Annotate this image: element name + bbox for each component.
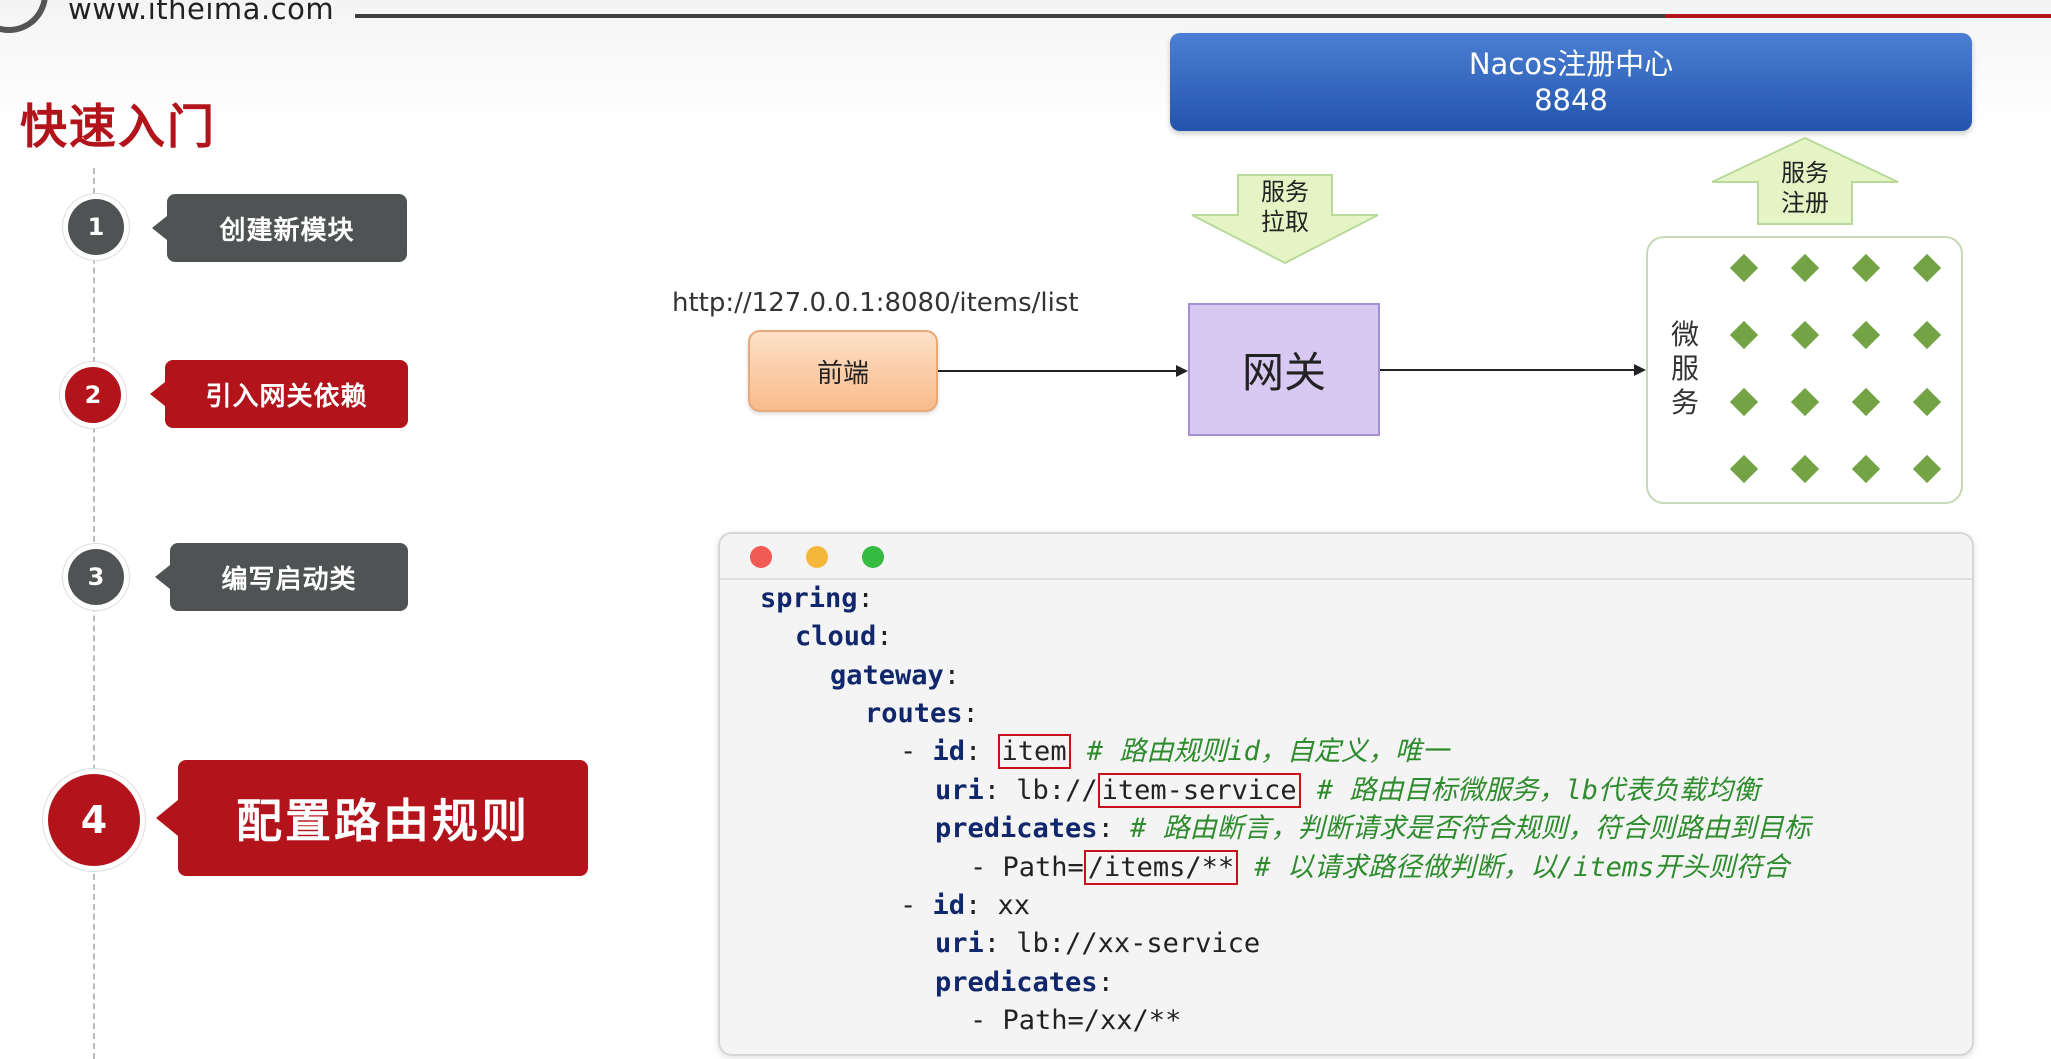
nacos-port: 8848: [1534, 83, 1608, 117]
code-line: - Path=/items/** # 以请求路径做判断，以/items开头则符合: [970, 850, 1790, 885]
code-window-titlebar: [720, 534, 1972, 580]
code-line: - Path=/xx/**: [970, 1005, 1182, 1036]
service-register-label: 服务 注册: [1755, 158, 1855, 218]
request-url: http://127.0.0.1:8080/items/list: [672, 288, 1079, 318]
step-2-label: 引入网关依赖: [150, 360, 408, 428]
route-uri-highlight: item-service: [1097, 773, 1301, 808]
frontend-node: 前端: [748, 330, 938, 412]
service-pull-label: 服务 拉取: [1235, 177, 1335, 237]
microservices-char-1: 微: [1670, 318, 1699, 351]
code-line: predicates:: [935, 967, 1114, 998]
step-1-label: 创建新模块: [152, 194, 407, 262]
step-3-number: 3: [68, 549, 124, 605]
route-path-highlight: /items/**: [1083, 850, 1239, 885]
code-window: spring: cloud: gateway: routes: - id: it…: [718, 532, 1974, 1056]
gateway-to-services-arrow: [1380, 364, 1646, 376]
nacos-title: Nacos注册中心: [1468, 47, 1674, 81]
code-line: - id: item # 路由规则id，自定义，唯一: [900, 734, 1449, 769]
code-line: uri: lb://item-service # 路由目标微服务，lb代表负载均…: [935, 773, 1760, 808]
code-line: - id: xx: [900, 890, 1031, 921]
code-line: predicates: # 路由断言，判断请求是否符合规则，符合则路由到目标: [935, 813, 1811, 844]
microservices-char-2: 服: [1670, 352, 1699, 385]
code-line: cloud:: [795, 621, 893, 652]
route-id-highlight: item: [997, 734, 1071, 769]
close-dot-icon: [750, 546, 772, 568]
page-title: 快速入门: [20, 100, 216, 155]
step-2-number: 2: [65, 367, 121, 423]
microservices-char-3: 务: [1670, 386, 1699, 419]
pull-line-2: 拉取: [1261, 208, 1309, 236]
step-4-number: 4: [48, 774, 140, 866]
header-divider-accent: [1665, 14, 2051, 18]
microservices-label: 微 服 务: [1665, 318, 1705, 420]
site-url: www.itheima.com: [68, 0, 335, 26]
code-line: routes:: [865, 698, 979, 729]
code-line: spring:: [760, 583, 874, 614]
gateway-node: 网关: [1188, 303, 1380, 436]
steps-timeline: [93, 168, 95, 1059]
step-1-number: 1: [68, 199, 124, 255]
register-line-2: 注册: [1781, 189, 1829, 217]
maximize-dot-icon: [862, 546, 884, 568]
register-line-1: 服务: [1781, 159, 1829, 187]
step-3-label: 编写启动类: [155, 543, 408, 611]
frontend-to-gateway-arrow: [938, 365, 1188, 377]
step-4-label: 配置路由规则: [156, 760, 588, 876]
minimize-dot-icon: [806, 546, 828, 568]
pull-line-1: 服务: [1261, 178, 1309, 206]
code-line: gateway:: [830, 660, 961, 691]
nacos-registry-box: Nacos注册中心 8848: [1170, 33, 1972, 131]
code-line: uri: lb://xx-service: [935, 928, 1261, 959]
